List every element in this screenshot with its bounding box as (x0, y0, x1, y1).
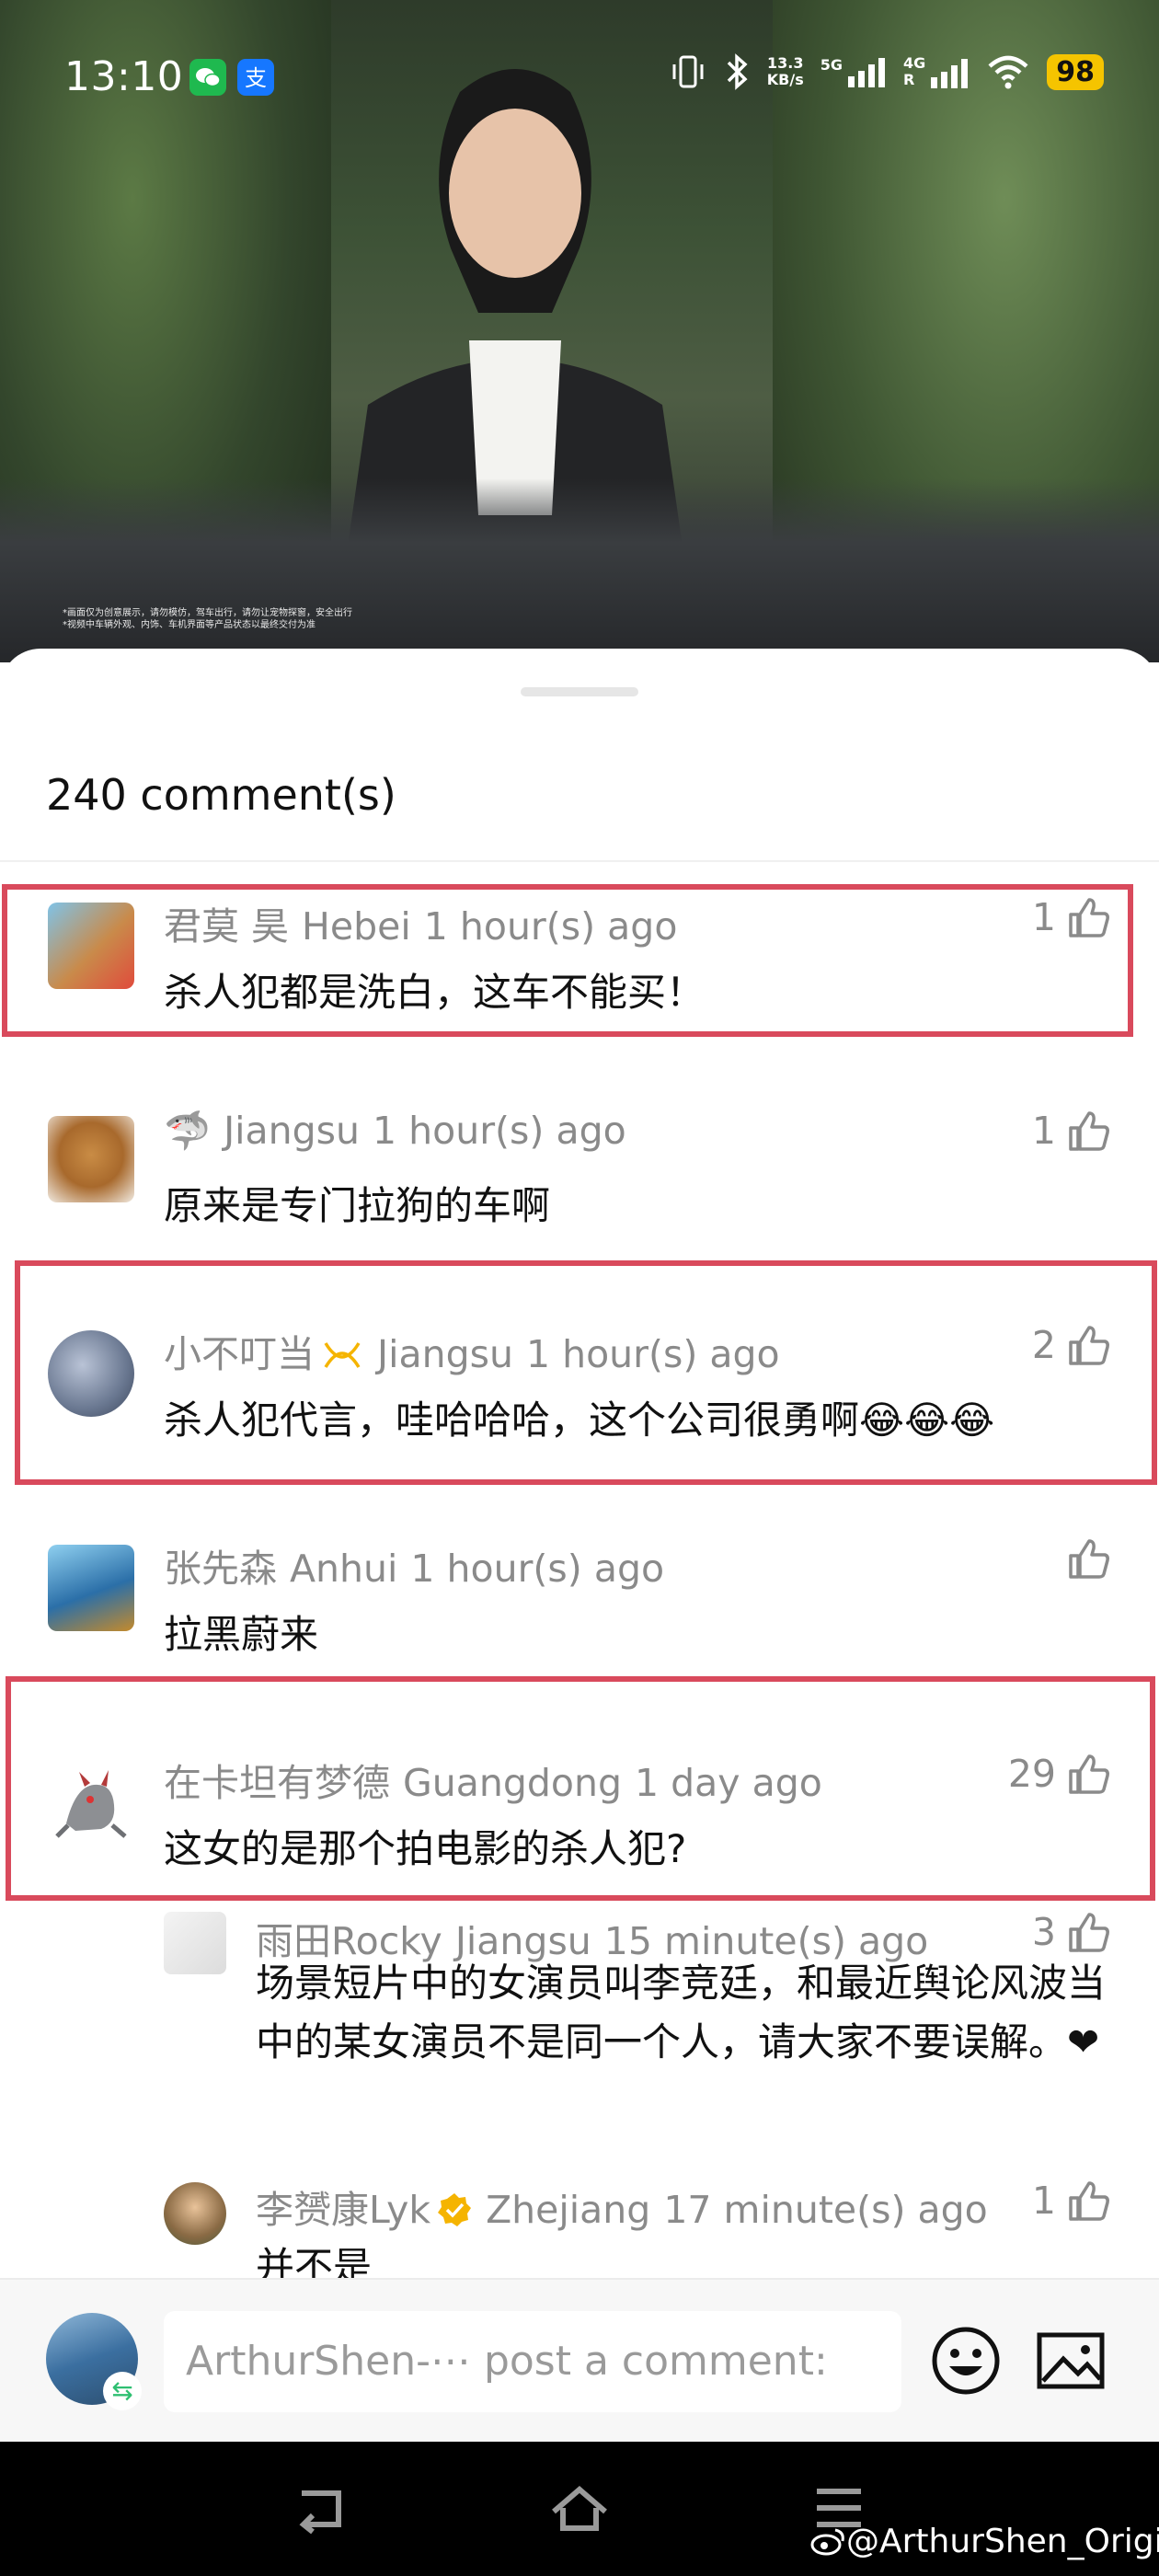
comment-meta: 张先森 Anhui 1 hour(s) ago (164, 1537, 677, 1593)
like-count: 1 (1031, 2179, 1056, 2223)
comment-username[interactable]: 张先森 (164, 1547, 277, 1591)
wechat-icon (189, 59, 226, 96)
comment-meta: 🦈 Jiangsu 1 hour(s) ago (164, 1109, 639, 1154)
bluetooth-icon (727, 53, 748, 90)
avatar[interactable] (164, 2182, 226, 2245)
highlight-box (2, 884, 1133, 1037)
weibo-icon (810, 2528, 844, 2556)
network-speed: 13.3 KB/s (767, 55, 804, 88)
avatar[interactable] (48, 1545, 134, 1631)
reply-username[interactable]: 李赟康Lyk (256, 2188, 430, 2232)
comment-item[interactable]: 🦈 Jiangsu 1 hour(s) ago 原来是专门拉狗的车啊 1 (0, 1109, 1159, 1247)
divider (0, 860, 1159, 862)
signal-5g-label: 5G (820, 56, 843, 74)
signal-4g: 4G R (903, 55, 970, 88)
alipay-icon: 支 (237, 59, 274, 96)
reply-location: Zhejiang (486, 2188, 651, 2232)
signal-5g: 5G (820, 56, 887, 87)
comment-location: Anhui (290, 1547, 398, 1591)
comment-time: 1 hour(s) ago (373, 1109, 626, 1153)
comment-input-bar: ⇆ ArthurShen-⋯ post a comment: (0, 2278, 1159, 2444)
like-button[interactable]: 3 (1032, 1910, 1111, 1954)
vibrate-icon (672, 55, 704, 88)
comment-location: Jiangsu (224, 1109, 361, 1153)
like-count: 1 (1031, 1109, 1056, 1153)
like-button[interactable]: 1 (1032, 1109, 1111, 1153)
like-button[interactable]: 1 (1032, 2179, 1111, 2223)
comment-text: 拉黑蔚来 (164, 1612, 319, 1657)
back-icon[interactable] (289, 2480, 355, 2536)
avatar[interactable] (164, 1912, 226, 1974)
reply-text: 场景短片中的女演员叫李竞廷，和最近舆论风波当中的某女演员不是同一个人，请大家不要… (256, 1961, 1107, 2064)
network-speed-value: 13.3 (766, 54, 804, 72)
avatar[interactable] (48, 1116, 134, 1202)
verified-badge-icon (438, 2193, 472, 2226)
image-icon[interactable] (1034, 2324, 1107, 2398)
reply-time: 17 minute(s) ago (663, 2188, 988, 2232)
wifi-icon (988, 55, 1028, 89)
video-disclaimer: *画面仅为创意展示，请勿模仿，驾车出行，请勿让宠物探窗，安全出行 *视频中车辆外… (63, 607, 352, 631)
sheet-drag-handle[interactable] (521, 687, 638, 696)
comment-time: 1 hour(s) ago (410, 1547, 665, 1591)
like-count: 3 (1031, 1910, 1056, 1954)
thumbs-up-icon (1069, 2181, 1109, 2221)
comment-username[interactable]: 🦈 (164, 1109, 211, 1153)
reply-item[interactable]: 李赟康Lyk Zhejiang 17 minute(s) ago 并不是 1 (0, 2179, 1159, 2284)
comment-item[interactable]: 张先森 Anhui 1 hour(s) ago 拉黑蔚来 (0, 1537, 1159, 1675)
thumbs-up-icon (1069, 1539, 1109, 1579)
status-time: 13:10 (64, 53, 184, 100)
highlight-box (15, 1260, 1157, 1485)
status-indicators: 13.3 KB/s 5G 4G R 98 (670, 52, 1104, 92)
like-button[interactable] (1056, 1537, 1111, 1580)
battery-indicator: 98 (1047, 53, 1104, 90)
svg-text:支: 支 (245, 65, 267, 91)
weibo-watermark: @ArthurShen_Origin (809, 2523, 1159, 2560)
watermark-text: @ArthurShen_Origin (846, 2523, 1159, 2560)
signal-bars-icon (931, 59, 969, 88)
status-bar: 13:10 支 13.3 KB/s 5G 4G R 98 (0, 0, 1159, 156)
switch-account-icon[interactable]: ⇆ (103, 2372, 142, 2410)
comment-input[interactable]: ArthurShen-⋯ post a comment: (164, 2311, 901, 2412)
reply-item[interactable]: 雨田Rocky Jiangsu 15 minute(s) ago 场景短片中的女演员… (0, 1910, 1159, 2122)
disclaimer-line: *画面仅为创意展示，请勿模仿，驾车出行，请勿让宠物探窗，安全出行 (63, 608, 352, 618)
thumbs-up-icon (1069, 1913, 1109, 1952)
highlight-box (6, 1676, 1155, 1901)
comment-text: 原来是专门拉狗的车啊 (164, 1183, 551, 1228)
signal-bars-icon (847, 58, 885, 87)
comments-sheet: 240 comment(s) 君莫 昊 Hebei 1 hour(s) ago 杀人… (0, 649, 1159, 2443)
thumbs-up-icon (1069, 1111, 1109, 1151)
roaming-label: R (902, 71, 915, 88)
home-icon[interactable] (546, 2480, 613, 2536)
disclaimer-line: *视频中车辆外观、内饰、车机界面等产品状态以最终交付为准 (63, 620, 316, 630)
signal-4g-label: 4G (902, 54, 926, 72)
comment-count: 240 comment(s) (46, 770, 396, 820)
reply-meta: 李赟康Lyk Zhejiang 17 minute(s) ago (256, 2179, 1001, 2234)
video-car-foreground (0, 478, 1159, 662)
network-speed-unit: KB/s (766, 71, 804, 88)
emoji-icon[interactable] (929, 2324, 1003, 2398)
